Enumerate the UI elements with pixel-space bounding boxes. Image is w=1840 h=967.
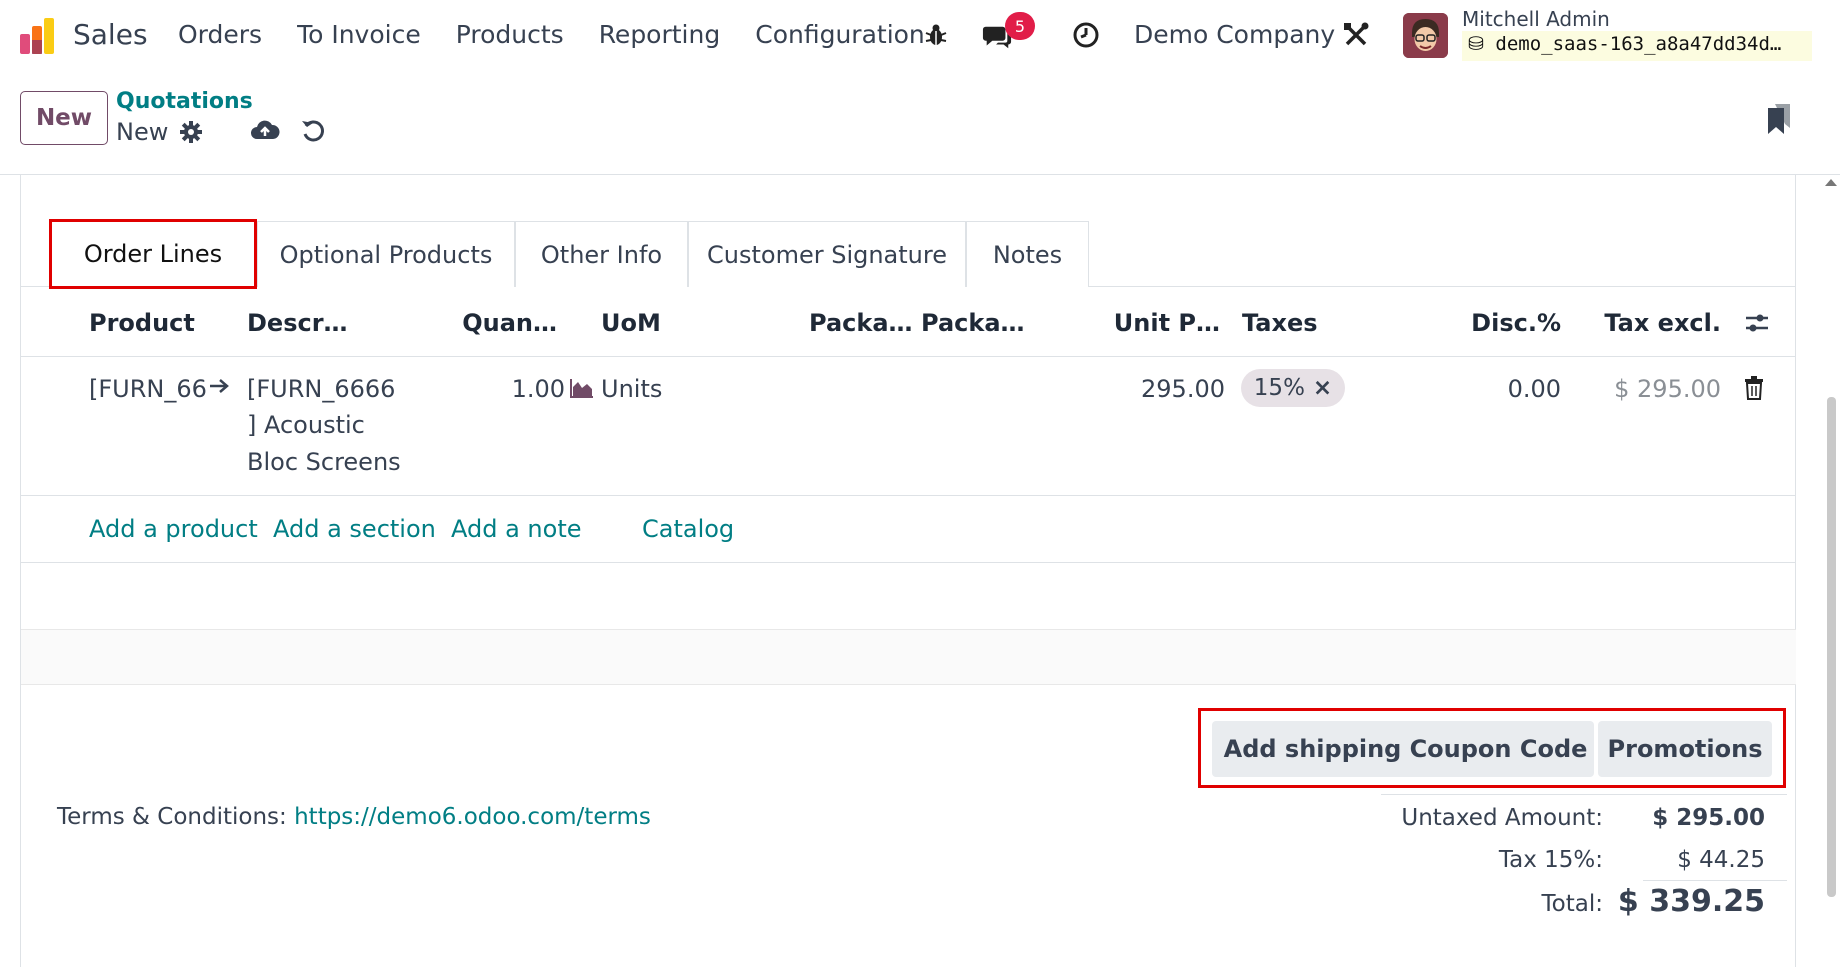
row-unit-price[interactable]: 295.00	[1141, 371, 1225, 407]
menu-configuration[interactable]: Configuration	[755, 20, 925, 49]
messages-count-badge: 5	[1005, 12, 1035, 40]
menu-products[interactable]: Products	[456, 20, 564, 49]
menu-to-invoice[interactable]: To Invoice	[297, 20, 421, 49]
empty-table-band	[21, 629, 1796, 685]
links-divider	[21, 562, 1796, 563]
row-subtotal: $ 295.00	[1614, 375, 1721, 403]
total-label: Total:	[1541, 891, 1603, 917]
row-divider	[21, 495, 1796, 496]
user-name[interactable]: Mitchell Admin	[1462, 7, 1610, 31]
row-discount[interactable]: 0.00	[1508, 371, 1561, 407]
clock-icon[interactable]	[1071, 20, 1101, 50]
add-shipping-button[interactable]: Add shipping	[1212, 721, 1413, 777]
scroll-up-icon[interactable]	[1825, 179, 1837, 186]
column-product[interactable]: Product	[89, 309, 195, 337]
app-name[interactable]: Sales	[73, 18, 148, 51]
column-taxes[interactable]: Taxes	[1242, 309, 1318, 337]
row-description-line-1[interactable]: [FURN_6666	[247, 371, 395, 407]
database-name: ⛁ demo_saas-163_a8a47dd34d…	[1462, 31, 1812, 61]
user-avatar[interactable]	[1403, 13, 1448, 58]
menu-orders[interactable]: Orders	[178, 20, 262, 49]
row-description-line-2[interactable]: ] Acoustic	[247, 407, 365, 443]
app-logo-icon[interactable]	[18, 16, 58, 56]
main-menu: Orders To Invoice Products Reporting Con…	[178, 20, 960, 49]
row-product[interactable]: [FURN_66	[89, 371, 207, 407]
menu-reporting[interactable]: Reporting	[599, 20, 721, 49]
form-sheet: Order Lines Optional Products Other Info…	[20, 175, 1796, 967]
coupon-code-button[interactable]: Coupon Code	[1403, 721, 1594, 777]
catalog-link[interactable]: Catalog	[642, 515, 734, 543]
discard-icon[interactable]	[298, 115, 328, 145]
forecast-chart-icon[interactable]	[567, 373, 597, 403]
top-navbar: Sales Orders To Invoice Products Reporti…	[0, 0, 1840, 72]
column-packaging-qty[interactable]: Packa…	[809, 309, 913, 337]
tab-customer-signature[interactable]: Customer Signature	[688, 221, 966, 287]
remove-tax-icon[interactable]: ×	[1313, 375, 1332, 401]
bookmark-icon[interactable]	[1764, 104, 1794, 134]
tools-icon[interactable]	[1341, 20, 1371, 50]
gear-icon[interactable]	[176, 117, 206, 147]
trash-icon[interactable]	[1739, 373, 1769, 403]
tax-tag-label: 15%	[1253, 375, 1305, 401]
add-note-link[interactable]: Add a note	[451, 515, 582, 543]
tax-value: $ 44.25	[1677, 847, 1765, 873]
column-packaging[interactable]: Packa…	[921, 309, 1025, 337]
add-section-link[interactable]: Add a section	[273, 515, 436, 543]
scrollbar-thumb[interactable]	[1827, 397, 1836, 897]
breadcrumb-current: New	[116, 118, 169, 146]
bug-icon[interactable]	[921, 20, 951, 50]
terms-label: Terms & Conditions:	[57, 804, 287, 830]
page-scrollbar[interactable]	[1821, 175, 1840, 967]
column-settings-icon[interactable]	[1742, 308, 1772, 338]
total-divider	[1643, 880, 1787, 881]
row-quantity[interactable]: 1.00	[512, 371, 565, 407]
untaxed-amount-label: Untaxed Amount:	[1401, 805, 1603, 831]
tax-label: Tax 15%:	[1498, 847, 1603, 873]
tax-tag[interactable]: 15% ×	[1241, 369, 1345, 407]
tab-order-lines[interactable]: Order Lines	[49, 219, 257, 289]
column-unit-price[interactable]: Unit P…	[1114, 309, 1220, 337]
database-icon: ⛁	[1468, 33, 1484, 55]
promotions-button[interactable]: Promotions	[1598, 721, 1772, 777]
totals-top-divider	[1381, 794, 1787, 795]
tab-notes[interactable]: Notes	[966, 221, 1089, 287]
column-uom[interactable]: UoM	[601, 309, 661, 337]
terms-and-conditions: Terms & Conditions: https://demo6.odoo.c…	[57, 804, 651, 830]
column-quantity[interactable]: Quan…	[462, 309, 557, 337]
untaxed-amount-value: $ 295.00	[1652, 805, 1765, 831]
terms-link[interactable]: https://demo6.odoo.com/terms	[294, 804, 651, 830]
new-button[interactable]: New	[20, 91, 108, 145]
add-product-link[interactable]: Add a product	[89, 515, 258, 543]
row-uom[interactable]: Units	[601, 371, 662, 407]
column-description[interactable]: Descr…	[247, 309, 348, 337]
arrow-right-icon[interactable]	[204, 371, 234, 401]
breadcrumb-quotations[interactable]: Quotations	[116, 89, 253, 114]
cloud-upload-icon[interactable]	[250, 115, 280, 145]
column-tax-excluded[interactable]: Tax excl.	[1604, 309, 1721, 337]
row-description-line-3[interactable]: Bloc Screens	[247, 444, 401, 480]
header-divider	[21, 356, 1796, 357]
tab-other-info[interactable]: Other Info	[515, 221, 688, 287]
total-value: $ 339.25	[1617, 884, 1765, 919]
tab-optional-products[interactable]: Optional Products	[257, 221, 515, 287]
column-discount[interactable]: Disc.%	[1471, 309, 1561, 337]
company-switcher[interactable]: Demo Company	[1134, 20, 1335, 49]
database-label: demo_saas-163_a8a47dd34d…	[1495, 33, 1782, 55]
